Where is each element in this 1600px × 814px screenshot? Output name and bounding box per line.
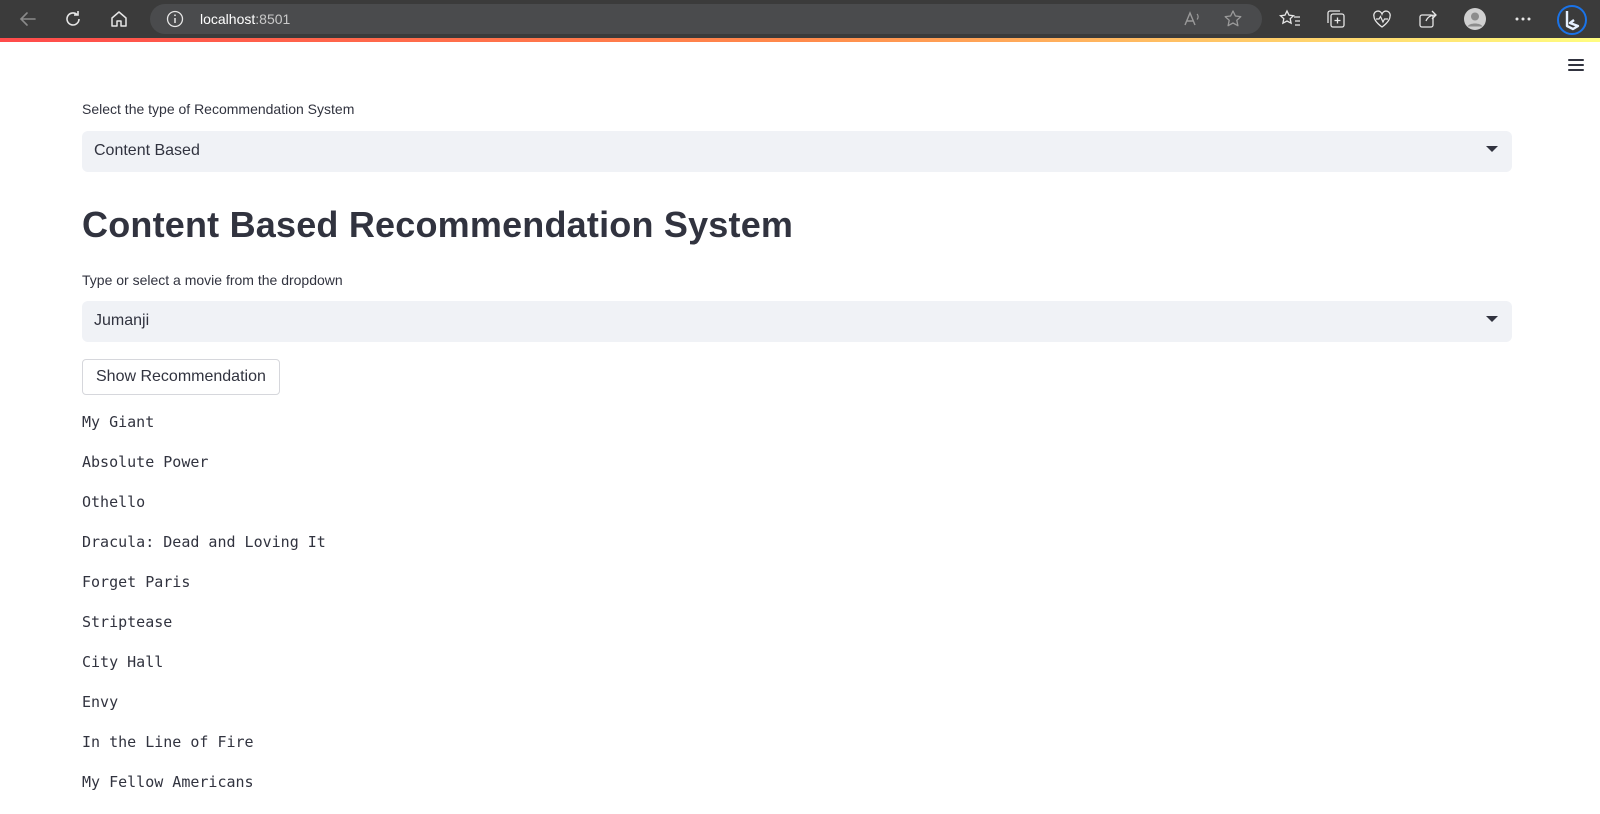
recommendation-item: City Hall [82, 653, 164, 671]
reload-button[interactable] [59, 5, 87, 33]
favorite-star-icon[interactable] [1223, 9, 1243, 29]
browser-essentials-icon[interactable] [1370, 7, 1394, 31]
movie-select-value: Jumanji [94, 312, 150, 329]
profile-avatar-icon[interactable] [1463, 7, 1487, 31]
recommendation-item: Absolute Power [82, 453, 209, 471]
site-info-icon[interactable] [166, 10, 184, 28]
movie-select-label: Type or select a movie from the dropdown [82, 272, 343, 288]
address-bar[interactable]: localhost:8501 [150, 4, 1262, 34]
recommendation-item: My Giant [82, 413, 155, 431]
bing-copilot-icon[interactable] [1556, 4, 1588, 36]
chevron-down-icon [1486, 316, 1498, 322]
url-host: localhost [200, 11, 256, 27]
read-aloud-icon[interactable] [1182, 9, 1202, 29]
movie-select[interactable]: Jumanji [82, 301, 1512, 342]
page-title: Content Based Recommendation System [82, 204, 794, 245]
reload-icon [66, 11, 80, 26]
main-menu-icon[interactable] [1566, 57, 1586, 73]
back-arrow-icon [19, 12, 36, 26]
recommendation-item: My Fellow Americans [82, 773, 254, 791]
recsys-type-value: Content Based [94, 142, 200, 159]
share-icon[interactable] [1416, 7, 1440, 31]
chevron-down-icon [1486, 146, 1498, 152]
recsys-type-select[interactable]: Content Based [82, 131, 1512, 172]
recommendation-item: Othello [82, 493, 146, 511]
collections-icon[interactable] [1324, 7, 1348, 31]
browser-toolbar: localhost:8501 [0, 0, 1600, 38]
recommendation-item: Dracula: Dead and Loving It [82, 533, 326, 551]
recsys-type-label: Select the type of Recommendation System [82, 101, 355, 117]
url-port: :8501 [255, 11, 291, 27]
back-button[interactable] [14, 5, 42, 33]
header-decoration-bar [0, 38, 1600, 42]
more-options-icon[interactable] [1511, 7, 1535, 31]
recommendation-item: Forget Paris [82, 573, 191, 591]
show-recommendation-button[interactable]: Show Recommendation [82, 359, 280, 395]
home-icon [111, 11, 127, 27]
url-text: localhost:8501 [200, 11, 290, 27]
home-button[interactable] [105, 5, 133, 33]
recommendation-item: In the Line of Fire [82, 733, 254, 751]
recommendation-item: Envy [82, 693, 119, 711]
recommendation-item: Striptease [82, 613, 173, 631]
favorites-icon[interactable] [1278, 7, 1302, 31]
